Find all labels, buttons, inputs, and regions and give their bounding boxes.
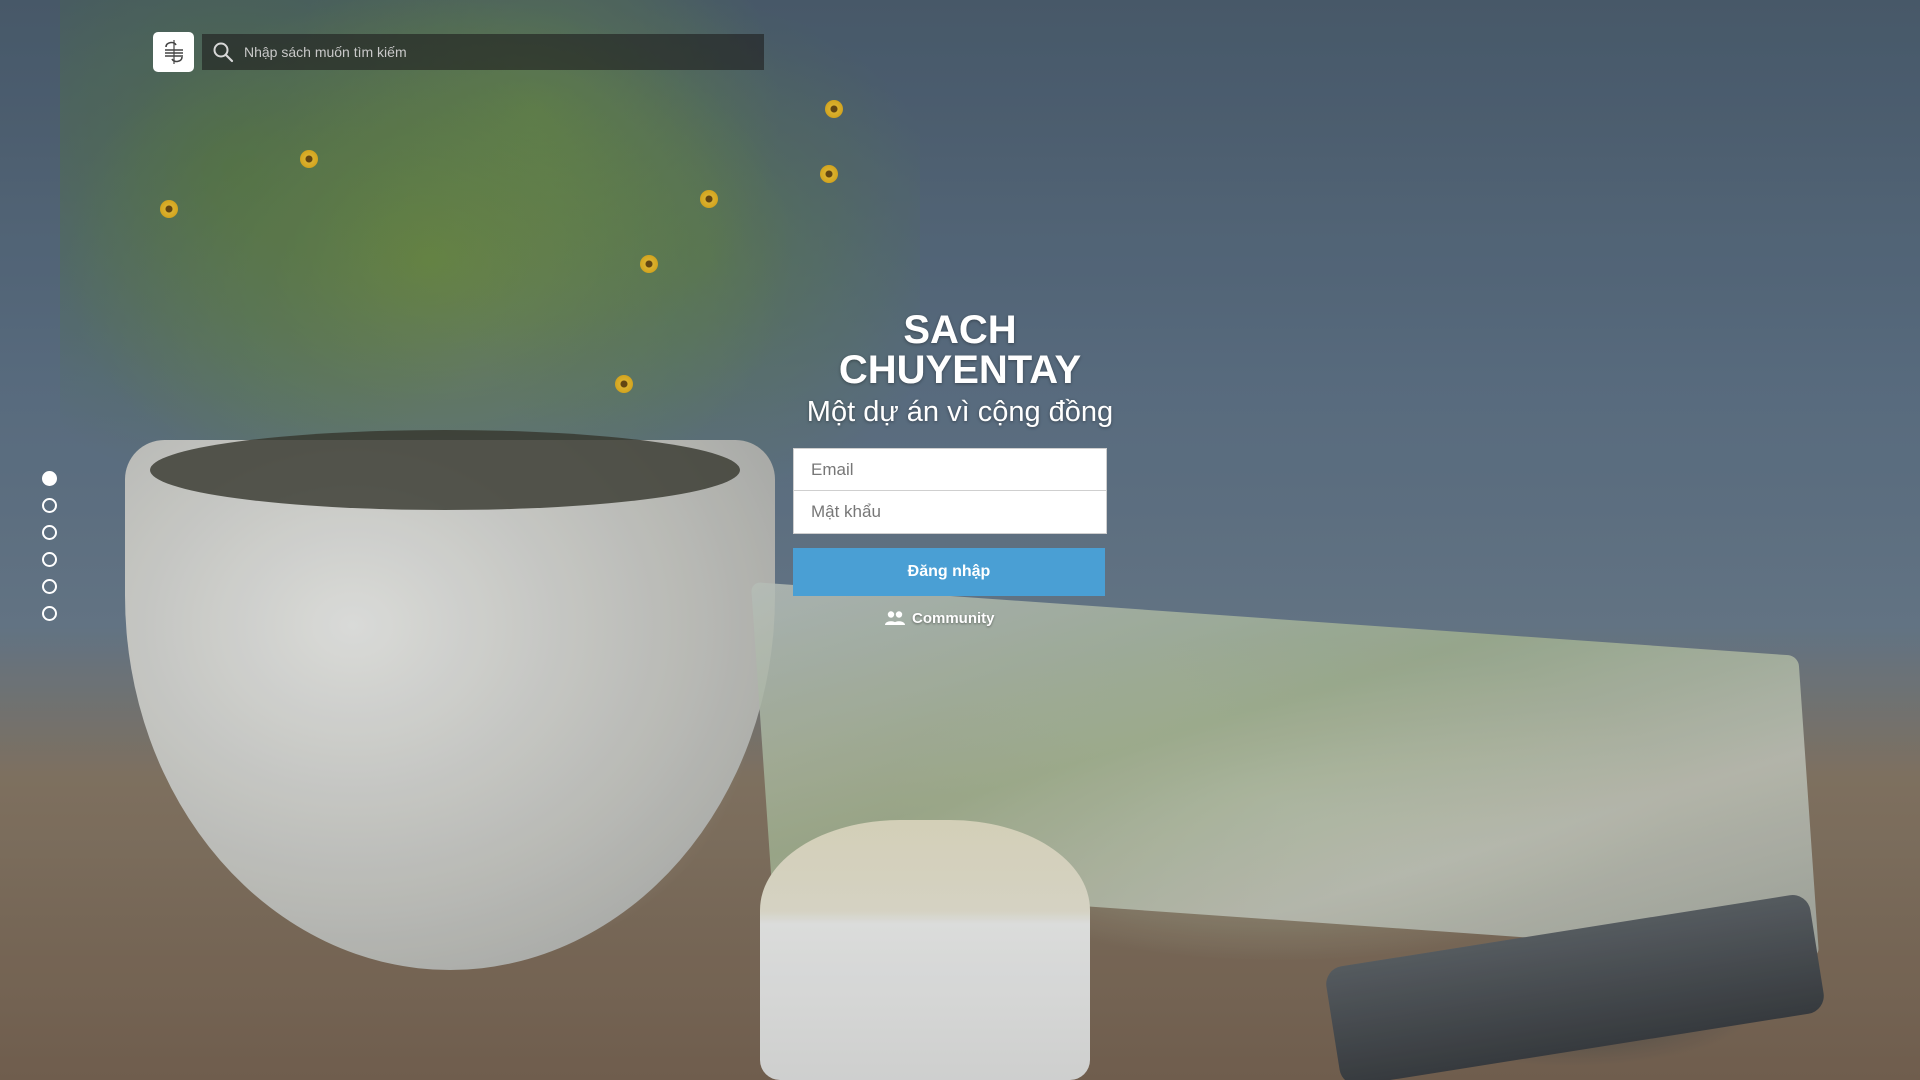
brand-title: SACH CHUYENTAY [790, 310, 1130, 390]
background-overlay [0, 0, 1920, 1080]
search-bar [202, 34, 764, 70]
brand-title-line2: CHUYENTAY [838, 348, 1082, 392]
slide-dot-6[interactable] [42, 606, 57, 621]
tagline: Một dự án vì cộng đồng [806, 396, 1114, 428]
login-button[interactable]: Đăng nhập [793, 548, 1105, 596]
brand-title-line1: SACH [903, 308, 1017, 352]
slide-dot-1[interactable] [42, 471, 57, 486]
slider-pagination [42, 471, 57, 621]
community-link[interactable]: Community [884, 606, 995, 630]
search-input[interactable] [244, 34, 764, 70]
slide-dot-4[interactable] [42, 552, 57, 567]
slide-dot-2[interactable] [42, 498, 57, 513]
password-field[interactable] [793, 491, 1107, 534]
users-icon [885, 611, 905, 625]
community-label: Community [912, 609, 995, 627]
login-form [793, 448, 1107, 534]
slide-dot-3[interactable] [42, 525, 57, 540]
book-swap-logo-icon [164, 40, 183, 64]
email-field[interactable] [793, 448, 1107, 491]
search-icon[interactable] [212, 41, 234, 63]
slide-dot-5[interactable] [42, 579, 57, 594]
logo-link[interactable] [153, 32, 194, 72]
